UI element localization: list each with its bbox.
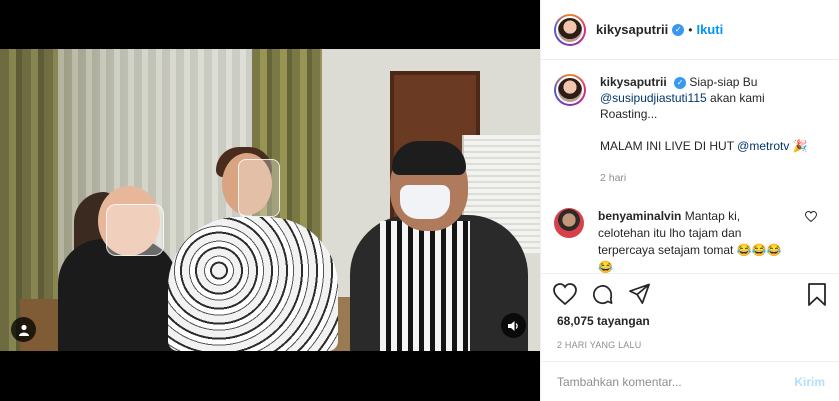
- post-sidebar: kikysaputrii ✓ • Ikuti kikysaputrii ✓ Si…: [540, 0, 839, 401]
- like-button[interactable]: [553, 283, 577, 305]
- header-username[interactable]: kikysaputrii: [596, 22, 668, 37]
- caption: kikysaputrii ✓ Siap-siap Bu @susipudjias…: [554, 74, 825, 186]
- heart-icon[interactable]: [805, 211, 817, 222]
- follow-button[interactable]: Ikuti: [696, 22, 723, 37]
- caption-mention[interactable]: @susipudjiastuti115: [600, 91, 707, 105]
- comment-username[interactable]: benyaminalvin: [598, 209, 681, 223]
- caption-avatar[interactable]: [554, 74, 586, 106]
- video-frame[interactable]: [0, 49, 540, 351]
- caption-emoji: 🎉: [792, 139, 808, 153]
- caption-timestamp[interactable]: 2 hari: [600, 170, 815, 186]
- comment-avatar[interactable]: [554, 208, 584, 238]
- caption-mention[interactable]: @metrotv: [737, 139, 789, 153]
- header-separator: •: [688, 22, 693, 37]
- comment-icon: [593, 284, 613, 304]
- action-bar: [541, 274, 839, 314]
- post-date[interactable]: 2 HARI YANG LALU: [541, 334, 839, 362]
- comment-input[interactable]: [557, 374, 795, 389]
- comment-button[interactable]: [591, 283, 614, 306]
- comments-section[interactable]: kikysaputrii ✓ Siap-siap Bu @susipudjias…: [541, 60, 839, 274]
- post-comment-button[interactable]: Kirim: [794, 375, 825, 389]
- bookmark-icon: [808, 282, 826, 306]
- share-icon: [629, 283, 650, 304]
- verified-badge-icon: ✓: [672, 23, 685, 36]
- speaker-icon: [508, 320, 518, 331]
- save-button[interactable]: [807, 282, 827, 306]
- caption-text: MALAM INI LIVE DI HUT: [600, 139, 734, 153]
- comment-item: benyaminalvin Mantap ki, celotehan itu l…: [554, 208, 825, 273]
- heart-icon: [553, 283, 577, 305]
- post-header: kikysaputrii ✓ • Ikuti: [541, 0, 839, 60]
- user-icon: [18, 324, 29, 336]
- caption-text: Siap-siap Bu: [689, 75, 758, 89]
- avatar[interactable]: [554, 13, 586, 46]
- post-media[interactable]: [0, 0, 540, 401]
- share-button[interactable]: [628, 283, 651, 305]
- caption-username[interactable]: kikysaputrii: [600, 75, 667, 89]
- verified-badge-icon: ✓: [674, 76, 687, 89]
- person-center: [168, 217, 338, 351]
- add-comment-bar: Kirim: [541, 362, 839, 401]
- view-count[interactable]: 68,075 tayangan: [541, 314, 839, 334]
- sound-toggle-button[interactable]: [501, 313, 526, 338]
- tagged-users-button[interactable]: [11, 317, 36, 342]
